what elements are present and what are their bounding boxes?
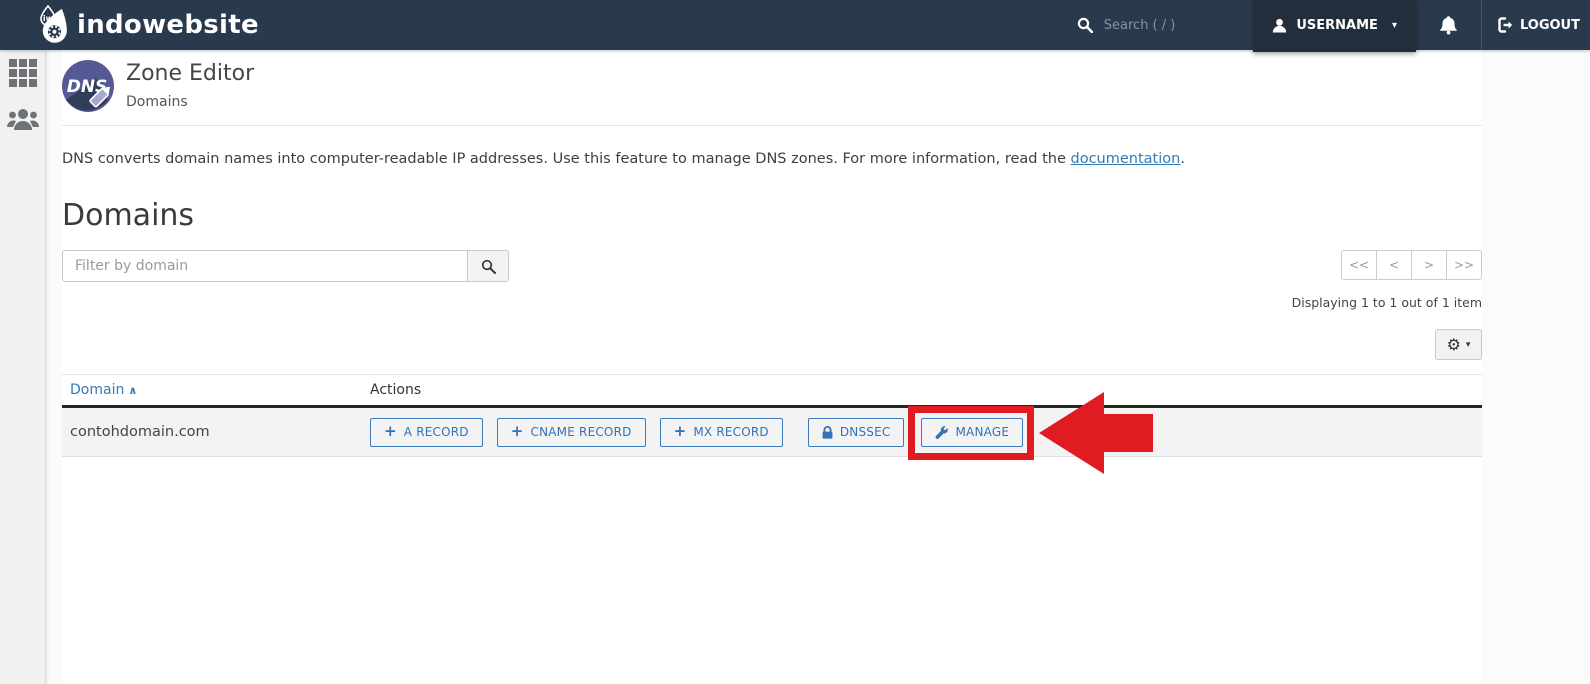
button-label: MX RECORD bbox=[693, 425, 769, 439]
intro-text: DNS converts domain names into computer-… bbox=[62, 151, 1482, 167]
pagination-prev-button[interactable]: < bbox=[1376, 250, 1412, 280]
domain-cell: contohdomain.com bbox=[70, 424, 210, 440]
add-a-record-button[interactable]: + A RECORD bbox=[370, 417, 483, 447]
username-label: USERNAME bbox=[1296, 17, 1378, 33]
sort-asc-icon: ∧ bbox=[128, 384, 138, 397]
search-icon bbox=[481, 259, 496, 274]
filter-search-button[interactable] bbox=[467, 250, 509, 282]
table-header-row: Domain ∧ Actions bbox=[62, 374, 1482, 408]
domain-header-label: Domain bbox=[70, 382, 125, 398]
pagination-last-button[interactable]: >> bbox=[1446, 250, 1482, 280]
bell-icon bbox=[1439, 15, 1458, 35]
button-label: A RECORD bbox=[403, 425, 469, 439]
top-navbar: iw indowebsite Search ( / ) USERNAME ▾ L… bbox=[0, 0, 1590, 52]
manage-highlight-area: MANAGE bbox=[908, 392, 1154, 474]
user-menu[interactable]: USERNAME ▾ bbox=[1253, 0, 1416, 52]
brand-name: indowebsite bbox=[77, 10, 259, 40]
pagination-next-button[interactable]: > bbox=[1411, 250, 1447, 280]
logout-button[interactable]: LOGOUT bbox=[1482, 0, 1590, 50]
sidebar-item-users[interactable] bbox=[0, 96, 46, 142]
nav-search-field[interactable]: Search ( / ) bbox=[1077, 17, 1176, 33]
column-header-domain[interactable]: Domain ∧ bbox=[62, 382, 358, 398]
chevron-down-icon: ▾ bbox=[1391, 19, 1397, 31]
wrench-icon bbox=[935, 425, 949, 439]
sidebar-item-apps[interactable] bbox=[0, 50, 46, 96]
logout-label: LOGOUT bbox=[1519, 17, 1580, 33]
column-header-actions: Actions bbox=[370, 382, 422, 398]
filter-group bbox=[62, 250, 509, 282]
table-settings-button[interactable]: ⚙ ▾ bbox=[1435, 329, 1482, 360]
lock-icon bbox=[822, 425, 833, 439]
plus-icon: + bbox=[384, 422, 397, 440]
page-header: DNS Zone Editor Domains bbox=[62, 60, 1482, 112]
domains-table: Domain ∧ Actions contohdomain.com + A REC… bbox=[62, 374, 1482, 474]
chevron-down-icon: ▾ bbox=[1465, 339, 1471, 350]
svg-text:iw: iw bbox=[43, 14, 54, 23]
left-sidebar bbox=[0, 50, 46, 684]
add-cname-record-button[interactable]: + CNAME RECORD bbox=[496, 417, 646, 447]
gear-icon: ⚙ bbox=[1446, 334, 1461, 354]
table-row: contohdomain.com + A RECORD + CNAME RECO… bbox=[62, 392, 1482, 474]
nav-search-placeholder: Search ( / ) bbox=[1103, 17, 1176, 33]
dnssec-button[interactable]: DNSSEC bbox=[807, 417, 905, 447]
add-mx-record-button[interactable]: + MX RECORD bbox=[659, 417, 783, 447]
page-title: Zone Editor bbox=[126, 61, 255, 87]
dns-zone-editor-icon: DNS bbox=[62, 60, 114, 112]
users-group-icon bbox=[7, 107, 39, 131]
grid-icon bbox=[9, 59, 37, 87]
brand-drop-icon: iw bbox=[36, 5, 76, 45]
user-icon bbox=[1272, 18, 1287, 33]
brand-logo[interactable]: iw indowebsite bbox=[36, 5, 259, 45]
manage-button[interactable]: MANAGE bbox=[921, 417, 1024, 447]
actions-cell: + A RECORD + CNAME RECORD + MX RECORD DN… bbox=[358, 392, 1482, 474]
breadcrumb: Domains bbox=[126, 93, 188, 110]
domains-heading: Domains bbox=[62, 198, 195, 233]
pagination-status: Displaying 1 to 1 out of 1 item bbox=[1291, 295, 1482, 310]
button-label: DNSSEC bbox=[839, 425, 891, 439]
header-divider bbox=[62, 125, 1482, 126]
intro-body: DNS converts domain names into computer-… bbox=[62, 151, 1071, 167]
documentation-link[interactable]: documentation bbox=[1071, 151, 1181, 167]
filter-input[interactable] bbox=[62, 250, 467, 282]
pagination: << < > >> bbox=[1341, 250, 1482, 280]
main-content: DNS Zone Editor Domains DNS converts dom… bbox=[47, 50, 1590, 684]
button-label: CNAME RECORD bbox=[530, 425, 632, 439]
intro-suffix: . bbox=[1180, 151, 1185, 167]
plus-icon: + bbox=[510, 422, 524, 440]
notifications-button[interactable] bbox=[1416, 0, 1481, 50]
logout-icon bbox=[1498, 17, 1514, 33]
search-icon bbox=[1077, 17, 1093, 33]
button-label: MANAGE bbox=[955, 425, 1010, 439]
plus-icon: + bbox=[673, 422, 687, 440]
pagination-first-button[interactable]: << bbox=[1341, 250, 1377, 280]
